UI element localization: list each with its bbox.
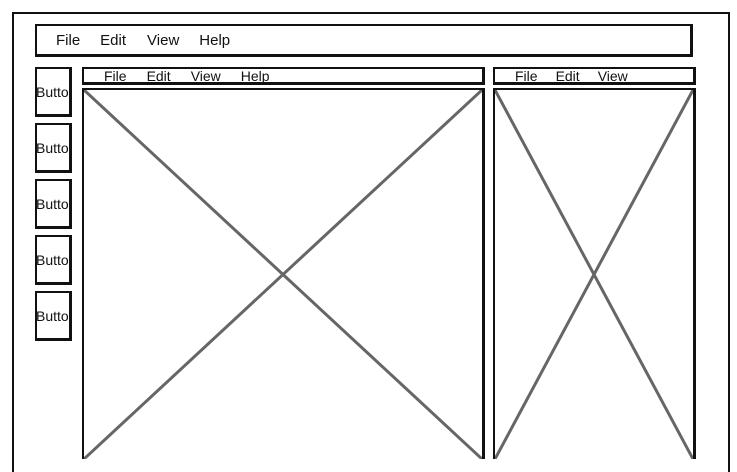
main-menu-bar: File Edit View Help: [35, 24, 693, 57]
menu-help[interactable]: Help: [199, 32, 230, 49]
left-panel-menu-edit[interactable]: Edit: [147, 68, 171, 84]
image-placeholder-icon: [495, 90, 693, 459]
image-placeholder-icon: [84, 90, 482, 459]
left-panel-image-placeholder: [82, 88, 485, 459]
right-panel-image-placeholder: [493, 88, 696, 459]
left-panel-menu-bar: File Edit View Help: [82, 67, 485, 85]
sidebar-button-3[interactable]: Button: [35, 179, 72, 229]
sidebar-button-1[interactable]: Button: [35, 67, 72, 117]
left-panel-menu-view[interactable]: View: [191, 68, 221, 84]
right-panel: File Edit View: [493, 67, 696, 459]
right-panel-menu-view[interactable]: View: [598, 68, 628, 84]
sidebar-button-label: Button: [36, 139, 69, 156]
right-panel-menu-edit[interactable]: Edit: [556, 68, 580, 84]
right-panel-menu-file[interactable]: File: [515, 68, 538, 84]
left-panel-menu-help[interactable]: Help: [241, 68, 270, 84]
menu-view[interactable]: View: [147, 32, 179, 49]
sidebar-button-label: Button: [36, 251, 69, 268]
sidebar-button-4[interactable]: Button: [35, 235, 72, 285]
sidebar-button-2[interactable]: Button: [35, 123, 72, 173]
left-panel-menu-file[interactable]: File: [104, 68, 127, 84]
menu-file[interactable]: File: [56, 32, 80, 49]
menu-edit[interactable]: Edit: [100, 32, 126, 49]
left-panel: File Edit View Help: [82, 67, 485, 459]
sidebar-button-label: Button: [36, 83, 69, 100]
sidebar-button-label: Button: [36, 195, 69, 212]
right-panel-menu-bar: File Edit View: [493, 67, 696, 85]
sidebar-button-5[interactable]: Button: [35, 291, 72, 341]
sidebar-button-label: Button: [36, 307, 69, 324]
